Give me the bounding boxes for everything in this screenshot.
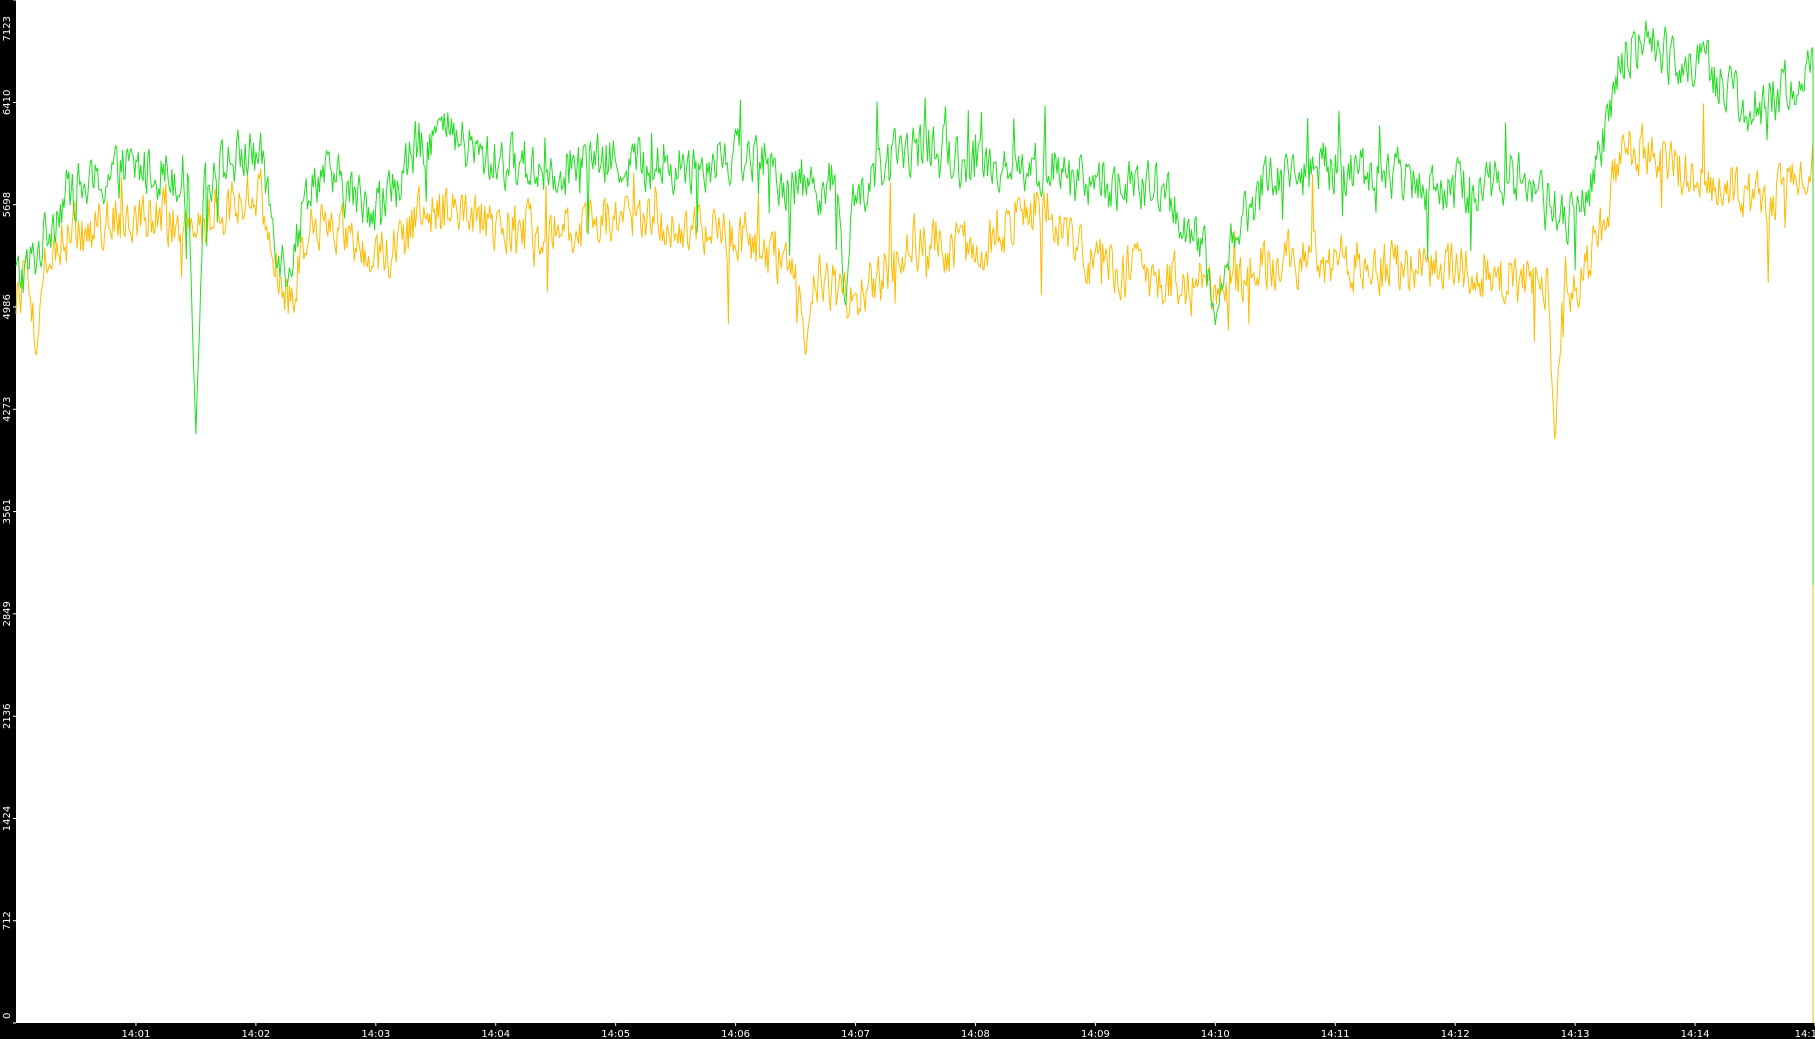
line-chart: 0 712 1424 2136 2849 3561 4273 4986 5698 6410 7123…: [2, 0, 1815, 1039]
x-tick-label: 14:10: [1201, 1029, 1230, 1039]
x-tick-label: 14:13: [1561, 1029, 1590, 1039]
x-tick-label: 14:08: [961, 1029, 990, 1039]
y-axis: 0 712 1424 2136 2849 3561 4273 4986 5698 6410 7123: [2, 0, 16, 1024]
x-tick-label: 14:03: [361, 1029, 390, 1039]
y-tick-label: 3561: [2, 499, 13, 524]
x-tick-label: 14:14: [1681, 1029, 1710, 1039]
y-tick-label: 2136: [2, 704, 13, 729]
x-tick-label: 14:11: [1321, 1029, 1350, 1039]
x-tick-label: 14:12: [1441, 1029, 1470, 1039]
y-tick-label: 7123: [2, 16, 13, 41]
plot-area: [16, 0, 1815, 1023]
y-tick-label: 6410: [2, 90, 13, 115]
x-axis: 14:01 14:02 14:03 14:04 14:05 14:06 14:07 14:08…: [122, 1023, 1815, 1039]
y-tick-label: 0: [2, 1013, 13, 1019]
x-tick-label: 14:04: [481, 1029, 510, 1039]
x-tick-label: 14:06: [721, 1029, 750, 1039]
y-tick-label: 4273: [2, 397, 13, 422]
y-tick-label: 2849: [2, 601, 13, 626]
y-tick-label: 5698: [2, 192, 13, 217]
y-tick-label: 4986: [2, 294, 13, 319]
x-tick-label: 14:01: [122, 1029, 151, 1039]
x-tick-label: 14:05: [601, 1029, 630, 1039]
y-tick-label: 1424: [2, 806, 13, 831]
x-tick-label: 14:02: [241, 1029, 270, 1039]
x-tick-label: 14:15: [1795, 1029, 1815, 1039]
y-tick-label: 712: [2, 911, 13, 930]
x-tick-label: 14:09: [1081, 1029, 1110, 1039]
chart-frame: 0 712 1424 2136 2849 3561 4273 4986 5698 6410 7123…: [0, 0, 1815, 1039]
x-tick-label: 14:07: [841, 1029, 870, 1039]
